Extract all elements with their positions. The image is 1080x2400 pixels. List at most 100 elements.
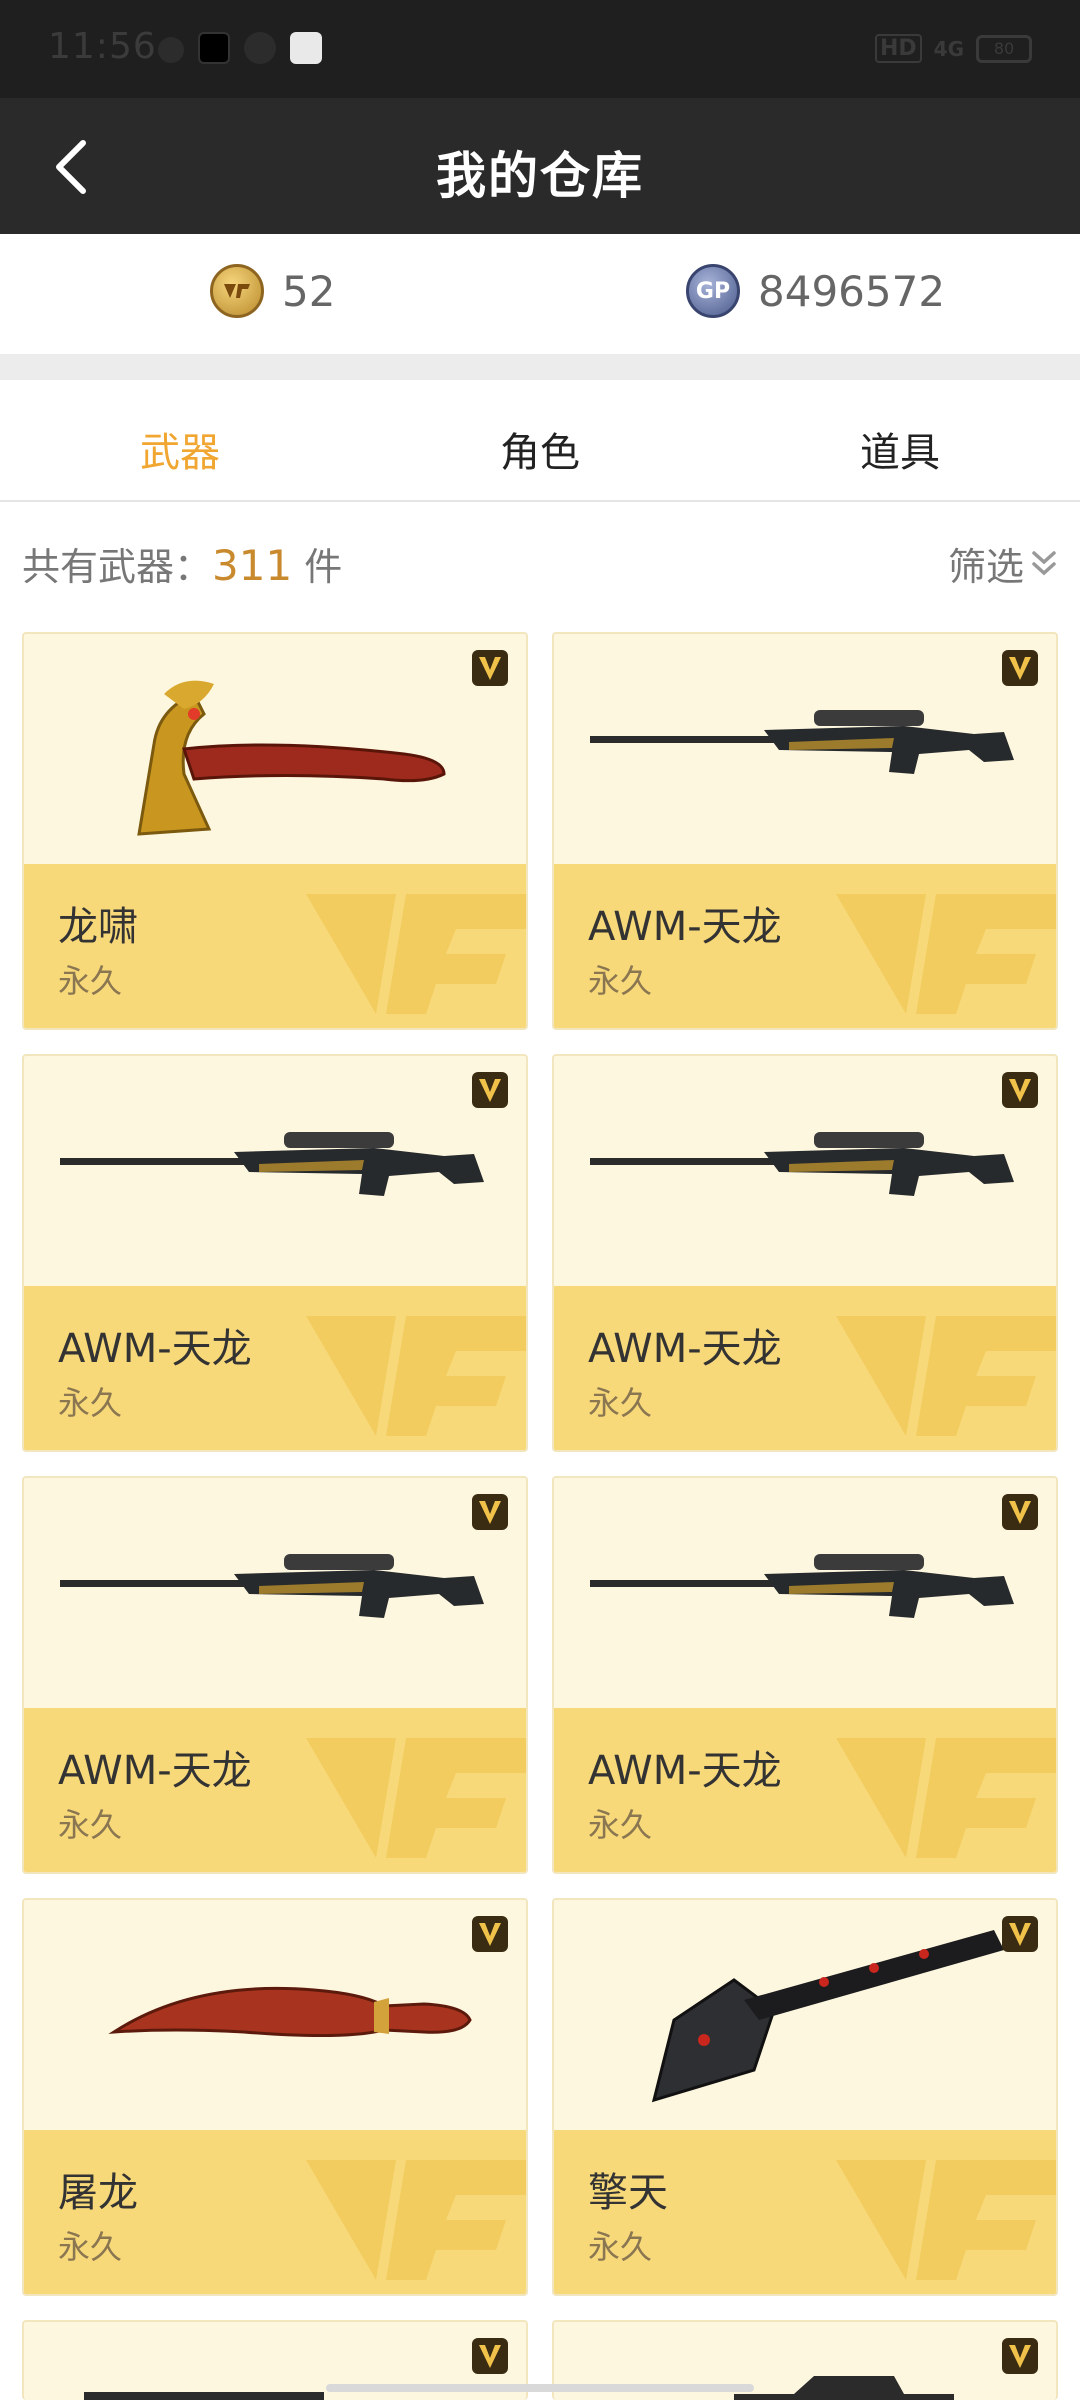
cf-logo-watermark-icon bbox=[306, 2160, 526, 2280]
vip-badge-icon bbox=[472, 1916, 508, 1952]
weapon-image-area bbox=[24, 1900, 526, 2130]
signal-icon: 4G bbox=[933, 36, 964, 61]
count-bar: 共有武器：311 件 筛选 bbox=[0, 502, 1080, 620]
cf-logo-watermark-icon bbox=[836, 894, 1056, 1014]
page-title: 我的仓库 bbox=[436, 147, 644, 205]
weapon-name: AWM-天龙 bbox=[58, 1748, 252, 1794]
double-chevron-down-icon bbox=[1032, 550, 1056, 575]
weapon-duration: 永久 bbox=[588, 962, 653, 1000]
notification-icons bbox=[158, 32, 322, 64]
tab-characters[interactable]: 角色 bbox=[440, 420, 640, 478]
weapon-card[interactable]: AWM-天龙 永久 bbox=[22, 1054, 528, 1452]
cf-logo-watermark-icon bbox=[306, 1316, 526, 1436]
weapon-duration: 永久 bbox=[588, 1806, 653, 1844]
weapon-name: 屠龙 bbox=[58, 2170, 138, 2216]
weapon-name: 擎天 bbox=[588, 2170, 668, 2216]
weapon-info: 擎天 永久 bbox=[554, 2130, 1056, 2294]
gp-coin-icon: GP bbox=[686, 264, 740, 318]
battery-icon: 80 bbox=[976, 34, 1032, 63]
shovel-icon bbox=[651, 1930, 1004, 2103]
sniper-rifle-icon bbox=[590, 1132, 1014, 1196]
weapon-image-area bbox=[24, 634, 526, 864]
weapon-count: 共有武器：311 件 bbox=[22, 536, 342, 591]
vip-badge-icon bbox=[1002, 1072, 1038, 1108]
vip-badge-icon bbox=[1002, 650, 1038, 686]
status-time: 11:56 bbox=[48, 26, 157, 67]
weapon-duration: 永久 bbox=[58, 2228, 123, 2266]
weapon-card[interactable]: AWM-天龙 永久 bbox=[22, 1476, 528, 1874]
weapon-image-area bbox=[554, 1056, 1056, 1286]
weapon-name: 龙啸 bbox=[58, 904, 138, 950]
weapon-card[interactable]: 屠龙 永久 bbox=[22, 1898, 528, 2296]
kukri-knife-icon bbox=[108, 1986, 472, 2038]
game-app-icon bbox=[290, 32, 322, 64]
weapon-image-area bbox=[554, 634, 1056, 864]
weapon-image-area bbox=[24, 1056, 526, 1286]
cf-logo-watermark-icon bbox=[306, 1738, 526, 1858]
sniper-rifle-icon bbox=[590, 710, 1014, 774]
sniper-rifle-icon bbox=[60, 1132, 484, 1196]
weapon-duration: 永久 bbox=[58, 1806, 123, 1844]
sniper-rifle-icon bbox=[60, 1554, 484, 1618]
vip-badge-icon bbox=[1002, 1916, 1038, 1952]
weapon-name: AWM-天龙 bbox=[588, 904, 782, 950]
weapon-card[interactable]: 擎天 永久 bbox=[552, 1898, 1058, 2296]
dragon-axe-icon bbox=[137, 680, 446, 836]
cf-logo-watermark-icon bbox=[836, 1738, 1056, 1858]
hd-icon: HD bbox=[874, 34, 922, 63]
weapon-name: AWM-天龙 bbox=[588, 1326, 782, 1372]
weapon-partial-icon bbox=[84, 2392, 324, 2400]
cf-coin-icon bbox=[210, 264, 264, 318]
vip-badge-icon bbox=[1002, 1494, 1038, 1530]
section-divider bbox=[0, 354, 1080, 380]
app-notification-icon bbox=[158, 36, 184, 63]
tiktok-icon bbox=[198, 32, 230, 64]
cf-balance: 52 bbox=[210, 264, 335, 318]
nav-bar: 我的仓库 bbox=[0, 98, 1080, 234]
category-tabs: 武器 角色 道具 bbox=[0, 380, 1080, 502]
weapon-partial-icon bbox=[734, 2376, 954, 2400]
vip-badge-icon bbox=[1002, 2338, 1038, 2374]
weapon-card[interactable]: AWM-天龙 永久 bbox=[552, 632, 1058, 1030]
vip-badge-icon bbox=[472, 2338, 508, 2374]
weapon-image-area bbox=[554, 1478, 1056, 1708]
count-suffix: 件 bbox=[292, 545, 343, 589]
weapon-info: AWM-天龙 永久 bbox=[554, 864, 1056, 1028]
cf-logo-watermark-icon bbox=[836, 1316, 1056, 1436]
filter-label: 筛选 bbox=[947, 545, 1024, 589]
vip-badge-icon bbox=[472, 1494, 508, 1530]
tab-items[interactable]: 道具 bbox=[800, 420, 1000, 478]
currency-row: 52 GP 8496572 bbox=[0, 234, 1080, 354]
cf-value: 52 bbox=[282, 266, 336, 316]
home-indicator[interactable] bbox=[326, 2384, 754, 2392]
weapon-info: AWM-天龙 永久 bbox=[24, 1708, 526, 1872]
weapon-info: 龙啸 永久 bbox=[24, 864, 526, 1028]
cf-logo-watermark-icon bbox=[306, 894, 526, 1014]
weapon-card[interactable]: AWM-天龙 永久 bbox=[552, 1054, 1058, 1452]
count-number: 311 bbox=[212, 541, 293, 590]
sniper-rifle-icon bbox=[590, 1554, 1014, 1618]
weapon-info: AWM-天龙 永久 bbox=[24, 1286, 526, 1450]
status-bar: 11:56 HD 4G 80 bbox=[0, 0, 1080, 98]
gp-value: 8496572 bbox=[758, 266, 946, 316]
weapon-name: AWM-天龙 bbox=[588, 1748, 782, 1794]
vip-badge-icon bbox=[472, 650, 508, 686]
weapon-info: 屠龙 永久 bbox=[24, 2130, 526, 2294]
tab-weapons[interactable]: 武器 bbox=[80, 420, 280, 478]
count-prefix: 共有武器： bbox=[22, 545, 213, 589]
cf-logo-watermark-icon bbox=[836, 2160, 1056, 2280]
filter-button[interactable]: 筛选 bbox=[948, 536, 1058, 591]
weapon-image-area bbox=[554, 1900, 1056, 2130]
weapon-duration: 永久 bbox=[58, 1384, 123, 1422]
message-icon bbox=[244, 32, 276, 64]
weapon-card[interactable]: 龙啸 永久 bbox=[22, 632, 528, 1030]
gp-balance: GP 8496572 bbox=[686, 264, 945, 318]
weapon-duration: 永久 bbox=[58, 962, 123, 1000]
weapon-card[interactable]: AWM-天龙 永久 bbox=[552, 1476, 1058, 1874]
weapon-info: AWM-天龙 永久 bbox=[554, 1286, 1056, 1450]
weapon-duration: 永久 bbox=[588, 2228, 653, 2266]
weapon-info: AWM-天龙 永久 bbox=[554, 1708, 1056, 1872]
weapon-duration: 永久 bbox=[588, 1384, 653, 1422]
status-right: HD 4G 80 bbox=[874, 34, 1032, 63]
weapon-name: AWM-天龙 bbox=[58, 1326, 252, 1372]
